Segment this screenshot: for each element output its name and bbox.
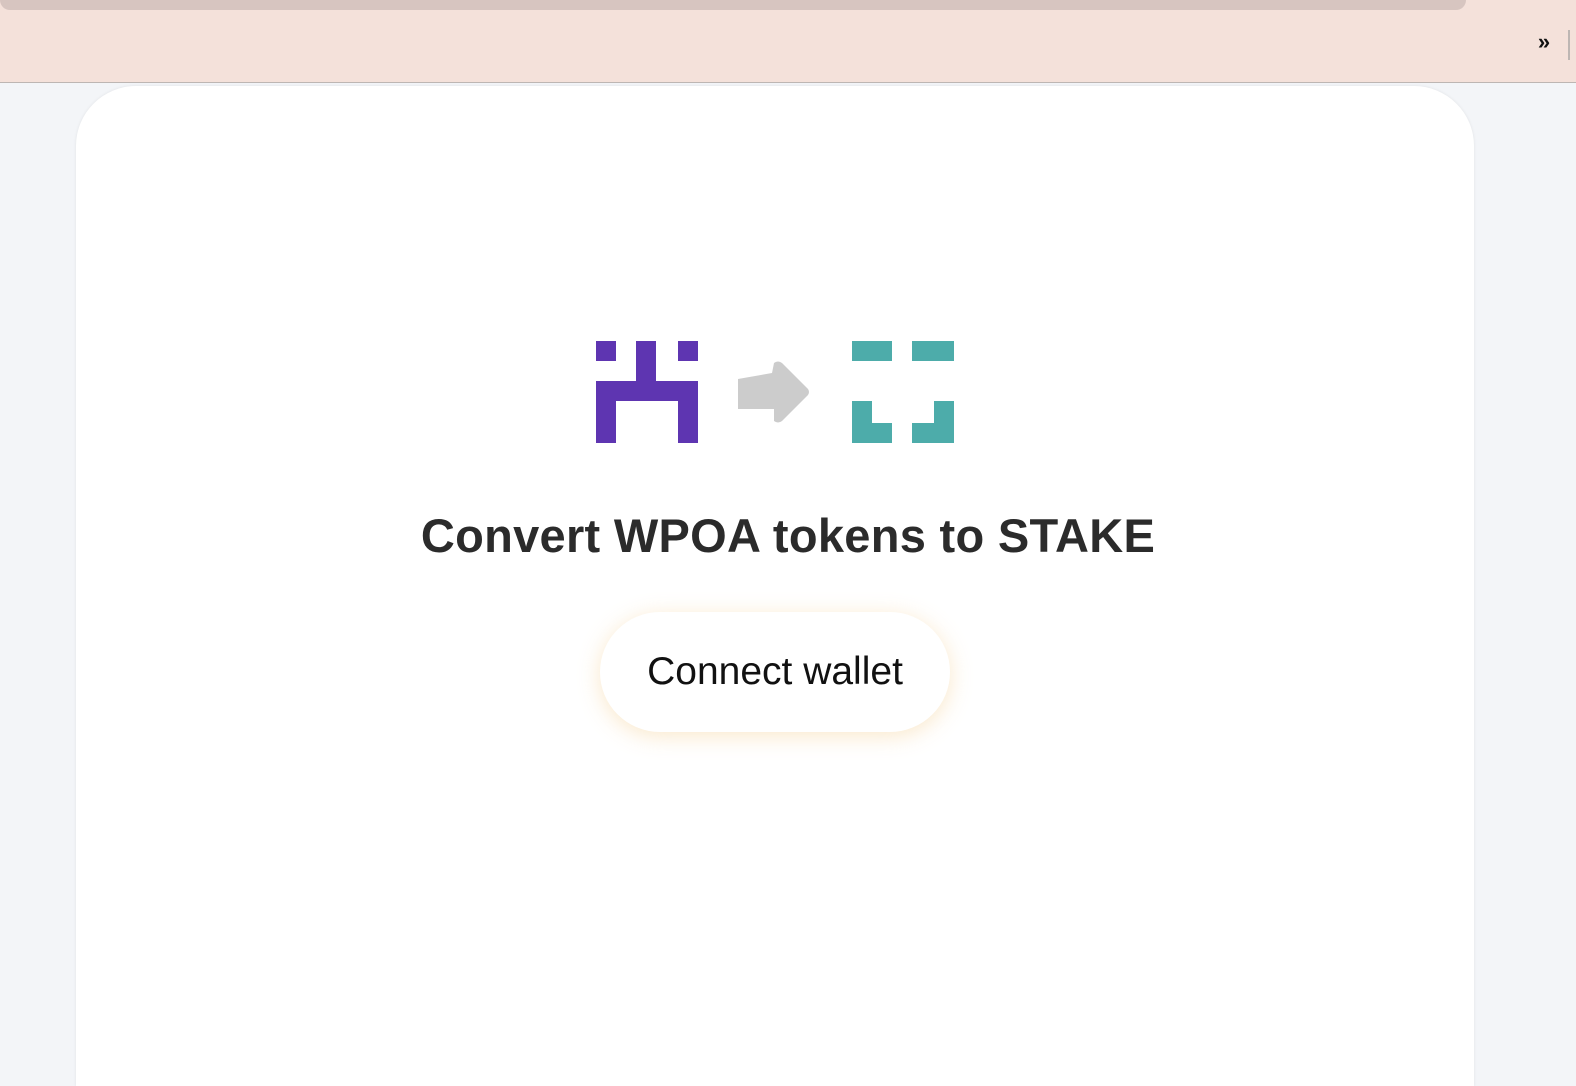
wpoa-token-icon: [596, 341, 698, 443]
stake-token-icon: [852, 341, 954, 443]
connect-wallet-button[interactable]: Connect wallet: [600, 612, 950, 732]
page-title: Convert WPOA tokens to STAKE: [420, 509, 1156, 562]
token-conversion-graphic: [596, 341, 956, 443]
chevron-double-right-icon[interactable]: »: [1534, 30, 1554, 54]
tab-strip-scrollbar[interactable]: [0, 0, 1466, 10]
arrow-right-icon: [738, 361, 809, 423]
browser-toolbar: »: [0, 0, 1576, 83]
toolbar-divider: [1568, 30, 1570, 60]
bridge-card: [76, 86, 1474, 1086]
